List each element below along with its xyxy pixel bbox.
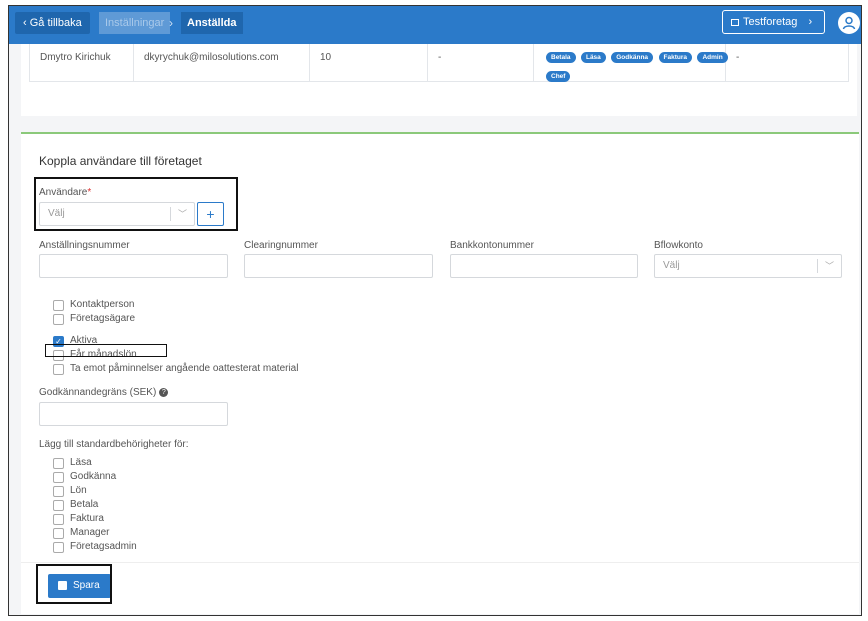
form-divider — [21, 562, 859, 563]
form-title: Koppla användare till företaget — [39, 154, 202, 168]
employee-number-cell: 10 — [310, 44, 428, 82]
role-tag: Godkänna — [611, 52, 654, 63]
permission-invoice-checkbox[interactable] — [53, 514, 64, 525]
role-tags: Betala Läsa Godkänna Faktura Admin Chef — [546, 46, 736, 84]
help-icon[interactable]: ? — [159, 388, 169, 397]
permission-read-checkbox[interactable] — [53, 458, 64, 469]
employees-table-card: Dmytro Kirichuk dkyrychuk@milosolutions.… — [21, 44, 857, 116]
company-owner-checkbox[interactable] — [53, 314, 64, 325]
back-button[interactable]: ‹ Gå tillbaka — [15, 12, 90, 34]
bflow-account-label: Bflowkonto — [654, 240, 703, 251]
building-icon — [731, 19, 739, 26]
permission-approve-label: Godkänna — [70, 471, 117, 482]
clearing-number-input[interactable] — [244, 254, 433, 278]
bflow-account-placeholder: Välj — [663, 260, 680, 271]
bflow-account-cell: - — [736, 52, 740, 63]
company-switcher-button[interactable]: Testforetag › — [722, 10, 825, 34]
permissions-title: Lägg till standardbehörigheter för: — [39, 439, 189, 450]
company-owner-label: Företagsägare — [70, 313, 136, 324]
permission-invoice-label: Faktura — [70, 513, 104, 524]
bank-account-input[interactable] — [450, 254, 638, 278]
employee-number-input[interactable] — [39, 254, 228, 278]
permission-approve-checkbox[interactable] — [53, 472, 64, 483]
bflow-account-select[interactable]: Välj ﹀ — [654, 254, 842, 278]
permission-read-label: Läsa — [70, 457, 92, 468]
reminders-label: Ta emot påminnelser angående oattesterat… — [70, 363, 299, 374]
app-window: ‹ Gå tillbaka Inställningar › Anställda … — [8, 5, 862, 616]
bank-account-label: Bankkontonummer — [450, 240, 534, 251]
chevron-right-icon: › — [808, 16, 813, 28]
permission-salary-checkbox[interactable] — [53, 486, 64, 497]
permission-manager-checkbox[interactable] — [53, 528, 64, 539]
employee-number-label: Anställningsnummer — [39, 240, 130, 251]
highlight-monthly-salary — [45, 344, 167, 357]
permission-salary-label: Lön — [70, 485, 87, 496]
user-icon — [842, 16, 856, 30]
role-tag: Admin — [697, 52, 728, 63]
permission-pay-label: Betala — [70, 499, 99, 510]
breadcrumb-settings[interactable]: Inställningar — [99, 12, 171, 34]
role-tag: Betala — [546, 52, 576, 63]
permission-company-admin-label: Företagsadmin — [70, 541, 137, 552]
role-tag: Läsa — [580, 52, 606, 63]
clearing-cell: - — [428, 44, 534, 82]
employee-name-cell: Dmytro Kirichuk — [30, 44, 134, 82]
breadcrumb-separator: › — [169, 16, 173, 30]
permission-manager-label: Manager — [70, 527, 110, 538]
chevron-down-icon: ﹀ — [817, 259, 841, 273]
employee-email-cell: dkyrychuk@milosolutions.com — [134, 44, 310, 82]
breadcrumb-employees: Anställda — [181, 12, 243, 34]
contact-person-checkbox[interactable] — [53, 300, 64, 311]
permission-pay-checkbox[interactable] — [53, 500, 64, 511]
approval-limit-label: Godkännandegräns (SEK)? — [39, 387, 169, 398]
highlight-user-field — [34, 177, 238, 231]
permission-company-admin-checkbox[interactable] — [53, 542, 64, 553]
highlight-save-button — [36, 564, 112, 604]
table-row: Dmytro Kirichuk dkyrychuk@milosolutions.… — [29, 44, 849, 82]
top-navigation-bar: ‹ Gå tillbaka Inställningar › Anställda … — [9, 6, 861, 44]
company-name: Testforetag — [743, 16, 798, 28]
contact-person-label: Kontaktperson — [70, 299, 135, 310]
clearing-number-label: Clearingnummer — [244, 240, 318, 251]
role-tag: Chef — [546, 71, 571, 82]
reminders-checkbox[interactable] — [53, 364, 64, 375]
approval-limit-input[interactable] — [39, 402, 228, 426]
user-avatar[interactable] — [838, 12, 860, 34]
role-tag: Faktura — [658, 52, 692, 63]
